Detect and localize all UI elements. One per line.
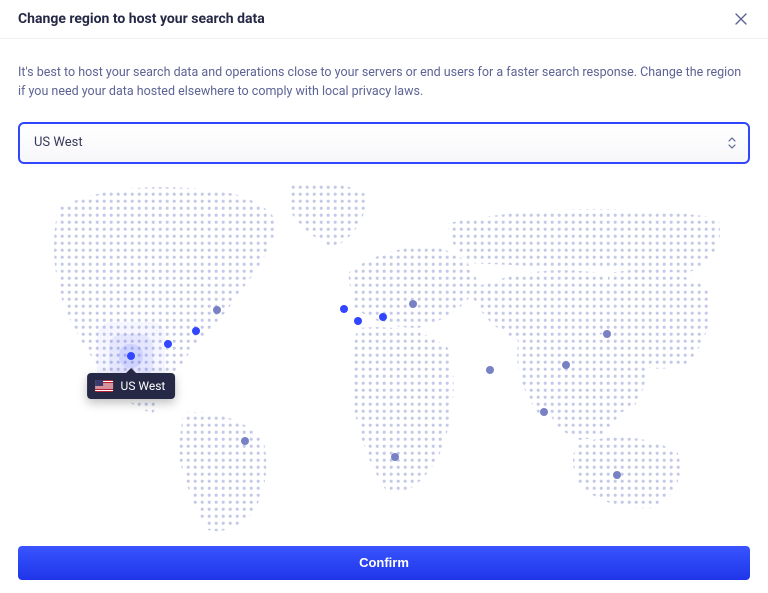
- world-map: US West: [18, 178, 750, 538]
- close-icon: [735, 13, 747, 25]
- region-marker-eu-west-2[interactable]: [354, 317, 362, 325]
- dialog-header: Change region to host your search data: [0, 0, 768, 39]
- region-select-value: US West: [34, 135, 83, 150]
- region-marker-us-central[interactable]: [164, 340, 172, 348]
- region-marker-singapore[interactable]: [540, 408, 548, 416]
- region-marker-eu-east[interactable]: [409, 300, 417, 308]
- description-text: It's best to host your search data and o…: [18, 63, 750, 102]
- confirm-button[interactable]: Confirm: [18, 546, 750, 580]
- dialog-title: Change region to host your search data: [18, 11, 265, 27]
- region-marker-eu-west-1[interactable]: [340, 305, 348, 313]
- region-marker-japan[interactable]: [603, 330, 611, 338]
- us-flag-icon: [96, 380, 114, 392]
- region-select[interactable]: US West: [18, 122, 750, 164]
- region-marker-canada[interactable]: [213, 306, 221, 314]
- region-marker-eu-central[interactable]: [379, 313, 387, 321]
- region-marker-india[interactable]: [486, 366, 494, 374]
- close-button[interactable]: [732, 10, 750, 28]
- dialog-body: It's best to host your search data and o…: [0, 39, 768, 592]
- region-marker-hongkong[interactable]: [562, 361, 570, 369]
- region-tooltip-label: US West: [121, 379, 166, 393]
- region-marker-us-west[interactable]: [127, 352, 135, 360]
- region-marker-s-africa[interactable]: [391, 453, 399, 461]
- region-marker-australia[interactable]: [613, 471, 621, 479]
- select-arrows-icon: [728, 137, 736, 149]
- region-marker-brazil[interactable]: [241, 437, 249, 445]
- region-marker-us-east[interactable]: [192, 327, 200, 335]
- region-tooltip: US West: [88, 373, 176, 399]
